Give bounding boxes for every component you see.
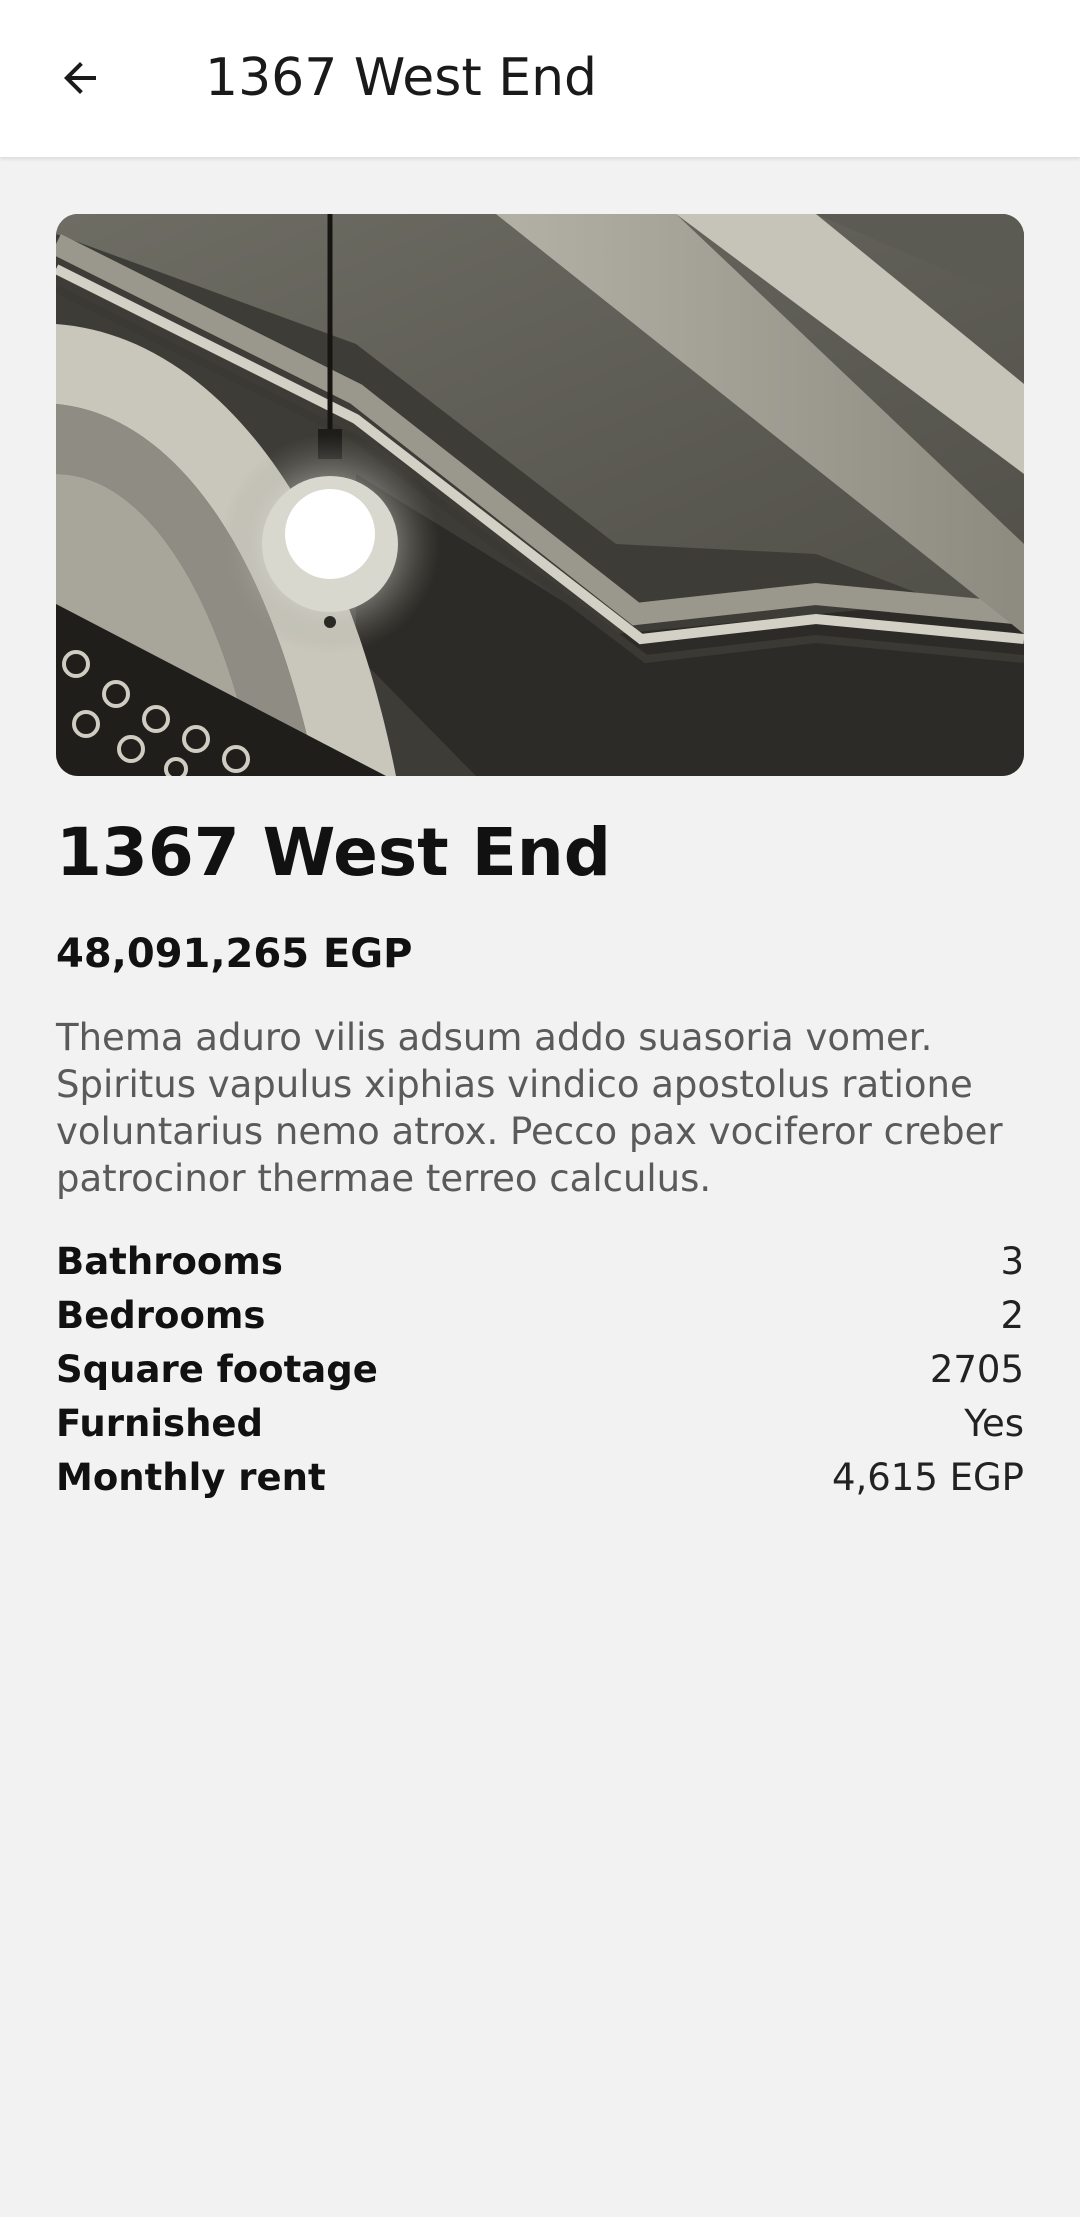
fact-label: Monthly rent xyxy=(56,1455,326,1499)
fact-value: Yes xyxy=(964,1401,1024,1445)
fact-row-bedrooms: Bedrooms 2 xyxy=(56,1288,1024,1342)
fact-label: Bedrooms xyxy=(56,1293,266,1337)
app-bar-title: 1367 West End xyxy=(205,48,598,108)
fact-value: 2705 xyxy=(929,1347,1024,1391)
listing-photo xyxy=(56,214,1024,776)
fact-label: Furnished xyxy=(56,1401,263,1445)
fact-value: 3 xyxy=(1000,1239,1024,1283)
arrow-left-icon xyxy=(64,62,96,94)
fact-row-square-footage: Square footage 2705 xyxy=(56,1342,1024,1396)
fact-label: Square footage xyxy=(56,1347,378,1391)
fact-value: 4,615 EGP xyxy=(831,1455,1024,1499)
listing-description: Thema aduro vilis adsum addo suasoria vo… xyxy=(56,1016,1003,1200)
fact-value: 2 xyxy=(1000,1293,1024,1337)
fact-row-bathrooms: Bathrooms 3 xyxy=(56,1234,1024,1288)
back-button[interactable] xyxy=(42,40,118,116)
fact-row-furnished: Furnished Yes xyxy=(56,1396,1024,1450)
listing-title: 1367 West End xyxy=(56,814,612,891)
listing-price: 48,091,265 EGP xyxy=(56,931,413,977)
fact-row-monthly-rent: Monthly rent 4,615 EGP xyxy=(56,1450,1024,1504)
app-bar: 1367 West End xyxy=(0,0,1080,157)
fact-label: Bathrooms xyxy=(56,1239,283,1283)
facts-list: Bathrooms 3 Bedrooms 2 Square footage 27… xyxy=(56,1234,1024,1504)
